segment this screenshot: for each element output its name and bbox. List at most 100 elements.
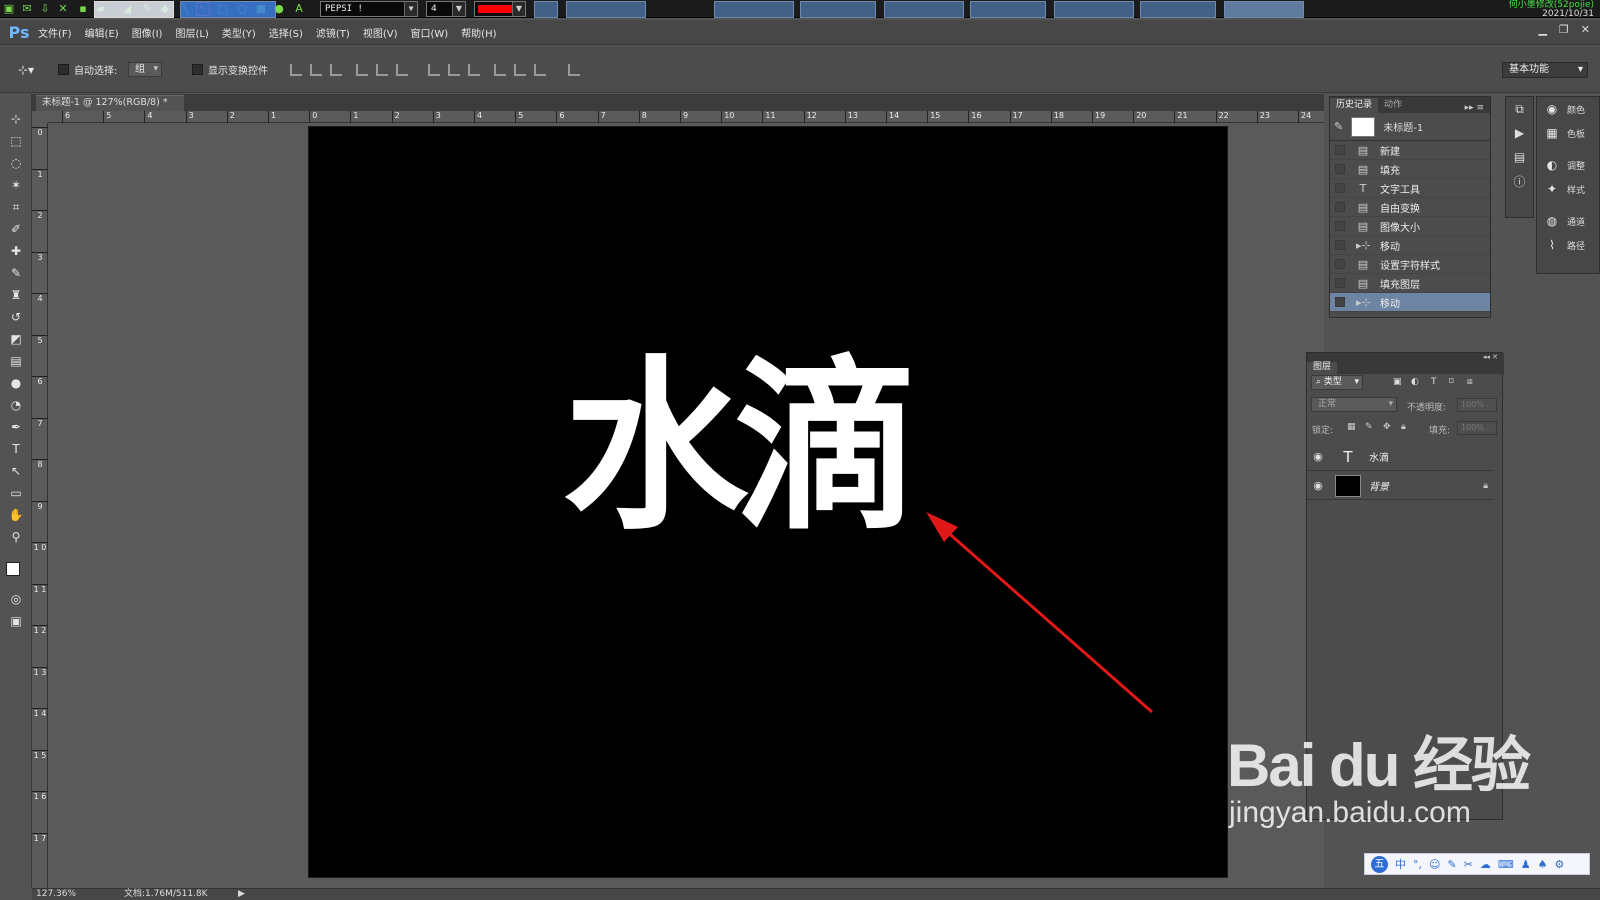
brush-tool-icon[interactable]: ✎ xyxy=(6,264,26,282)
pen-size-select[interactable]: 4 ▼ xyxy=(426,1,466,17)
taskbar-item[interactable] xyxy=(94,1,174,18)
foreground-color-swatch[interactable] xyxy=(6,562,20,576)
menu-view[interactable]: 视图(V) xyxy=(363,25,398,40)
screen-mode-icon[interactable]: ▣ xyxy=(6,612,26,630)
dock-item[interactable]: ◉ 颜色 xyxy=(1537,97,1599,121)
taskbar-item[interactable] xyxy=(566,1,646,18)
distribute-vcenter-icon[interactable] xyxy=(448,64,460,76)
ime-language[interactable]: 中 xyxy=(1395,856,1406,872)
fill-input[interactable]: 100% xyxy=(1457,421,1497,435)
path-select-icon[interactable]: ↖ xyxy=(6,462,26,480)
new-capture-icon[interactable]: ▣ xyxy=(2,2,16,16)
minimize-icon[interactable]: ▁ xyxy=(1538,23,1546,36)
lock-position-icon[interactable]: ✥ xyxy=(1383,422,1391,432)
taskbar-item[interactable] xyxy=(1054,1,1134,18)
blend-mode-select[interactable]: 正常 ▾ xyxy=(1311,397,1397,412)
taskbar-item[interactable] xyxy=(800,1,876,18)
auto-select-checkbox[interactable] xyxy=(58,64,69,75)
skin-icon[interactable]: ☁ xyxy=(1480,858,1491,871)
history-checkbox[interactable] xyxy=(1335,221,1345,231)
close-icon[interactable]: ✕ xyxy=(56,2,70,16)
punctuation-icon[interactable]: °, xyxy=(1413,858,1422,871)
move-tool-icon[interactable]: ⊹▾ xyxy=(18,62,34,77)
history-item[interactable]: ▤ 自由变换 xyxy=(1330,198,1490,217)
align-hcenter-icon[interactable] xyxy=(376,64,388,76)
canvas-text-layer[interactable]: 水滴 xyxy=(563,355,919,540)
ime-logo-icon[interactable]: 五 xyxy=(1371,855,1388,873)
lock-all-icon[interactable]: 🔒︎ xyxy=(1401,422,1406,432)
magic-wand-icon[interactable]: ✶ xyxy=(6,176,26,194)
dock-item[interactable]: ▦ 色板 xyxy=(1537,121,1599,145)
history-checkbox[interactable] xyxy=(1335,297,1345,307)
panel-collapse-icon[interactable]: ◂◂ ✕ xyxy=(1307,353,1504,362)
layer-row-text[interactable]: ◉ T 水滴 xyxy=(1307,443,1494,471)
download-icon[interactable]: ⇩ xyxy=(38,2,52,16)
type-tool-icon[interactable]: T xyxy=(6,440,26,458)
distribute-bottom-icon[interactable] xyxy=(468,64,480,76)
history-checkbox[interactable] xyxy=(1335,259,1345,269)
history-item[interactable]: T 文字工具 xyxy=(1330,179,1490,198)
actions-panel-icon[interactable]: ▶ xyxy=(1506,121,1533,145)
taskbar-item[interactable] xyxy=(884,1,964,18)
dock-item[interactable]: ◐ 调整 xyxy=(1537,153,1599,177)
workspace-select[interactable]: 基本功能 ▾ xyxy=(1502,62,1588,78)
pen-tool-icon[interactable]: ✒ xyxy=(6,418,26,436)
document-tab[interactable]: 未标题-1 @ 127%(RGB/8) * × xyxy=(36,95,184,122)
auto-select-option[interactable]: 自动选择: xyxy=(58,62,117,77)
dodge-tool-icon[interactable]: ◔ xyxy=(6,396,26,414)
menu-edit[interactable]: 编辑(E) xyxy=(85,25,119,40)
eye-icon[interactable]: ◉ xyxy=(1307,479,1329,492)
tab-history[interactable]: 历史记录 xyxy=(1330,98,1379,113)
filter-smart-object-icon[interactable]: ⧈ xyxy=(1467,377,1473,387)
history-checkbox[interactable] xyxy=(1335,278,1345,288)
zoom-level[interactable]: 127.36% xyxy=(36,889,76,900)
taskbar-item[interactable] xyxy=(534,1,558,18)
history-item[interactable]: ▤ 填充 xyxy=(1330,160,1490,179)
ruler-origin[interactable] xyxy=(32,111,48,123)
properties-panel-icon[interactable]: ▤ xyxy=(1506,145,1533,169)
opacity-input[interactable]: 100% xyxy=(1457,398,1497,412)
align-vcenter-icon[interactable] xyxy=(310,64,322,76)
taskbar-item[interactable] xyxy=(180,1,276,18)
history-checkbox[interactable] xyxy=(1335,202,1345,212)
healing-brush-icon[interactable]: ✚ xyxy=(6,242,26,260)
history-checkbox[interactable] xyxy=(1335,240,1345,250)
restore-icon[interactable]: ❐ xyxy=(1559,23,1569,36)
lock-pixels-icon[interactable]: ✎ xyxy=(1365,422,1373,432)
distribute-top-icon[interactable] xyxy=(428,64,440,76)
menu-image[interactable]: 图像(I) xyxy=(132,25,163,40)
status-menu-icon[interactable]: ▶ xyxy=(238,889,245,900)
history-item[interactable]: ▤ 填充图层 xyxy=(1330,274,1490,293)
font-select[interactable]: PEPSI ! ▼ xyxy=(320,1,418,17)
filter-shape-icon[interactable]: ⌑ xyxy=(1449,377,1454,387)
vertical-ruler[interactable]: 0 1 2 3 4 5 6 7 8 9 1 0 1 1 1 2 1 3 1 4 1 5 1 6 1 7 xyxy=(32,123,48,888)
keyboard-icon[interactable]: ⌨ xyxy=(1498,858,1514,871)
menu-select[interactable]: 选择(S) xyxy=(269,25,303,40)
user-icon[interactable]: ♟ xyxy=(1521,858,1531,871)
info-panel-icon[interactable]: ⓘ xyxy=(1506,169,1533,193)
horizontal-ruler[interactable]: 6 5 4 3 2 1 0 1 2 3 4 5 6 7 8 9 10 11 12 13 14 15 16 17 18 19 20 21… xyxy=(48,111,1324,123)
marquee-tool-icon[interactable]: ⬚ xyxy=(6,132,26,150)
history-item[interactable]: ▤ 设置字符样式 xyxy=(1330,255,1490,274)
align-right-icon[interactable] xyxy=(396,64,408,76)
eye-icon[interactable]: ◉ xyxy=(1307,450,1329,463)
dock-item[interactable]: ⌇ 路径 xyxy=(1537,233,1599,257)
menu-window[interactable]: 窗口(W) xyxy=(410,25,448,40)
distribute-right-icon[interactable] xyxy=(534,64,546,76)
history-brush-icon[interactable]: ↺ xyxy=(6,308,26,326)
blur-tool-icon[interactable]: ● xyxy=(6,374,26,392)
show-transform-checkbox[interactable] xyxy=(192,64,203,75)
distribute-hcenter-icon[interactable] xyxy=(514,64,526,76)
history-panel-icon[interactable]: ⧉ xyxy=(1506,97,1533,121)
taskbar-item[interactable] xyxy=(1224,1,1304,18)
emoji-icon[interactable]: ☺ xyxy=(1429,858,1440,871)
show-transform-option[interactable]: 显示变换控件 xyxy=(192,62,268,77)
distribute-left-icon[interactable] xyxy=(494,64,506,76)
history-checkbox[interactable] xyxy=(1335,183,1345,193)
layer-row-background[interactable]: ◉ 背景 🔒︎ xyxy=(1307,472,1494,500)
quick-mask-icon[interactable]: ◎ xyxy=(6,590,26,608)
menu-filter[interactable]: 滤镜(T) xyxy=(316,25,350,40)
layer-filter-select[interactable]: ⌕ 类型 ▾ xyxy=(1311,375,1363,390)
lasso-tool-icon[interactable]: ◌ xyxy=(6,154,26,172)
menu-type[interactable]: 类型(Y) xyxy=(222,25,256,40)
